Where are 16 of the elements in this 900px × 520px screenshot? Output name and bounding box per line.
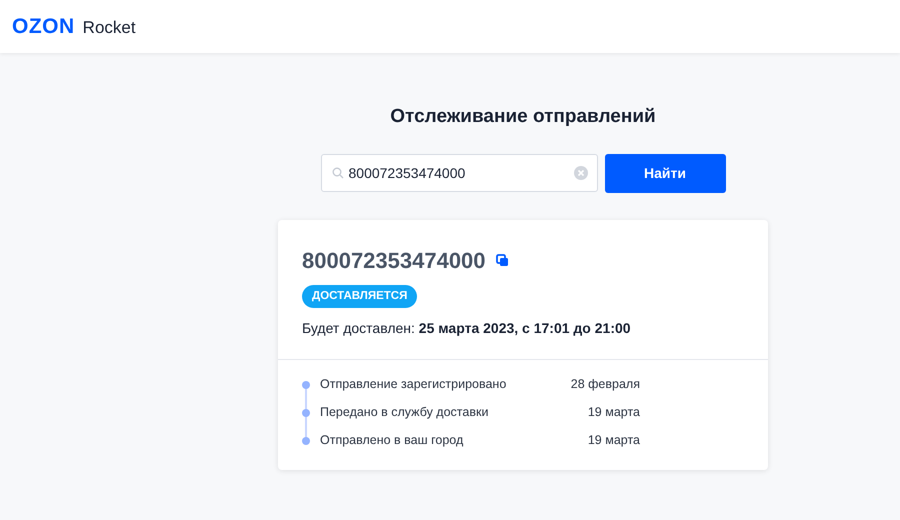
status-badge: ДОСТАВЛЯЕТСЯ <box>302 284 418 308</box>
product-name: Rocket <box>82 16 136 39</box>
search-field[interactable]: 800072353474000 <box>320 154 598 192</box>
search-button[interactable]: Найти <box>604 154 726 192</box>
delivery-estimate: Будет доставлен: 25 марта 2023, с 17:01 до 21:00 <box>302 318 632 338</box>
event-label: Отправлено в ваш город <box>320 432 464 450</box>
copy-icon[interactable] <box>496 254 509 266</box>
page-title: Отслеживание отправлений <box>390 105 656 129</box>
event-label: Отправление зарегистрировано <box>320 376 508 394</box>
event-date: 19 марта <box>586 432 640 450</box>
event-date: 28 февраля <box>570 376 640 394</box>
tracking-number: 800072353474000 <box>302 246 486 274</box>
event-date: 19 марта <box>586 404 640 422</box>
search-icon <box>332 166 344 178</box>
event-label: Передано в службу доставки <box>320 404 490 422</box>
logo[interactable]: OZON <box>12 10 75 42</box>
